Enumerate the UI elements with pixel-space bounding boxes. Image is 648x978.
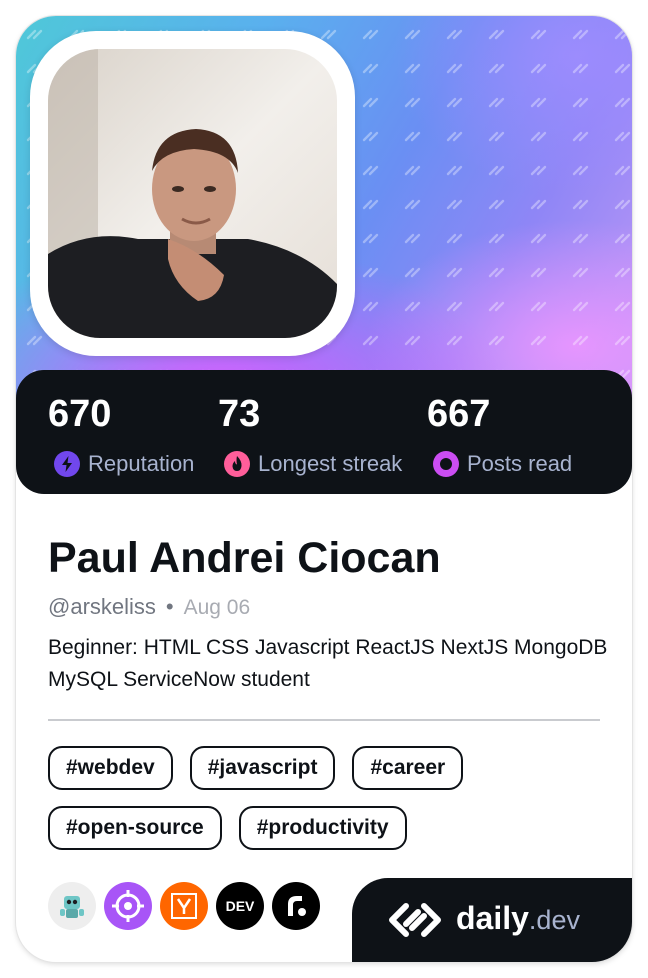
y-combinator-icon[interactable] <box>160 882 208 930</box>
crosshair-glyph <box>112 890 144 922</box>
dev-to-glyph: DEV <box>226 898 255 914</box>
profile-name: Paul Andrei Ciocan <box>48 534 441 582</box>
profile-cover-banner <box>16 16 632 416</box>
profile-card: 670 Reputation 73 Longest streak 667 Pos… <box>16 16 632 962</box>
brand-name-light: .dev <box>528 905 580 935</box>
posts-read-ring-icon <box>433 451 459 477</box>
stat-label-streak: Longest streak <box>258 451 403 476</box>
streak-flame-icon <box>224 451 250 477</box>
profile-meta: @arskeliss • Aug 06 <box>48 594 250 620</box>
daily-dev-logo-icon <box>389 903 441 937</box>
stat-value-reputation: 670 <box>48 393 112 435</box>
robot-avatar-glyph <box>60 896 84 918</box>
r-logo-icon[interactable] <box>272 882 320 930</box>
tag-javascript[interactable]: #javascript <box>189 746 336 790</box>
y-combinator-glyph <box>171 893 197 919</box>
crosshair-source-icon[interactable] <box>104 882 152 930</box>
daily-dev-branding: daily.dev <box>352 878 632 962</box>
reputation-bolt-icon <box>54 451 80 477</box>
divider <box>48 719 600 721</box>
avatar[interactable] <box>48 49 337 338</box>
profile-join-date: Aug 06 <box>183 596 251 619</box>
dev-to-icon[interactable]: DEV <box>216 882 264 930</box>
svg-text:DEV: DEV <box>226 898 255 914</box>
tag-productivity[interactable]: #productivity <box>238 806 407 850</box>
profile-handle[interactable]: @arskeliss <box>48 594 156 620</box>
stat-value-posts-read: 667 <box>427 393 491 435</box>
source-list: DEV <box>48 882 320 930</box>
tag-webdev[interactable]: #webdev <box>48 746 173 790</box>
stats-bar: 670 Reputation 73 Longest streak 667 Pos… <box>16 370 632 494</box>
avatar-frame <box>30 31 355 356</box>
tag-list: #webdev #javascript #career #open-source… <box>48 746 608 850</box>
tag-career[interactable]: #career <box>352 746 464 790</box>
avatar-photo <box>48 49 337 338</box>
meta-separator: • <box>165 594 174 619</box>
profile-bio: Beginner: HTML CSS Javascript ReactJS Ne… <box>48 636 608 691</box>
tag-open-source[interactable]: #open-source <box>48 806 222 850</box>
stat-longest-streak: 73 Longest streak <box>218 392 402 478</box>
robot-avatar-icon[interactable] <box>48 882 96 930</box>
stat-reputation: 670 Reputation <box>48 392 194 478</box>
stat-label-reputation: Reputation <box>88 451 195 476</box>
brand-wordmark: daily.dev <box>456 898 580 940</box>
stat-value-streak: 73 <box>218 393 261 435</box>
stat-label-posts-read: Posts read <box>467 451 573 476</box>
r-logo-glyph <box>288 896 306 916</box>
brand-name-strong: daily <box>456 900 529 936</box>
stat-posts-read: 667 Posts read <box>427 392 572 478</box>
